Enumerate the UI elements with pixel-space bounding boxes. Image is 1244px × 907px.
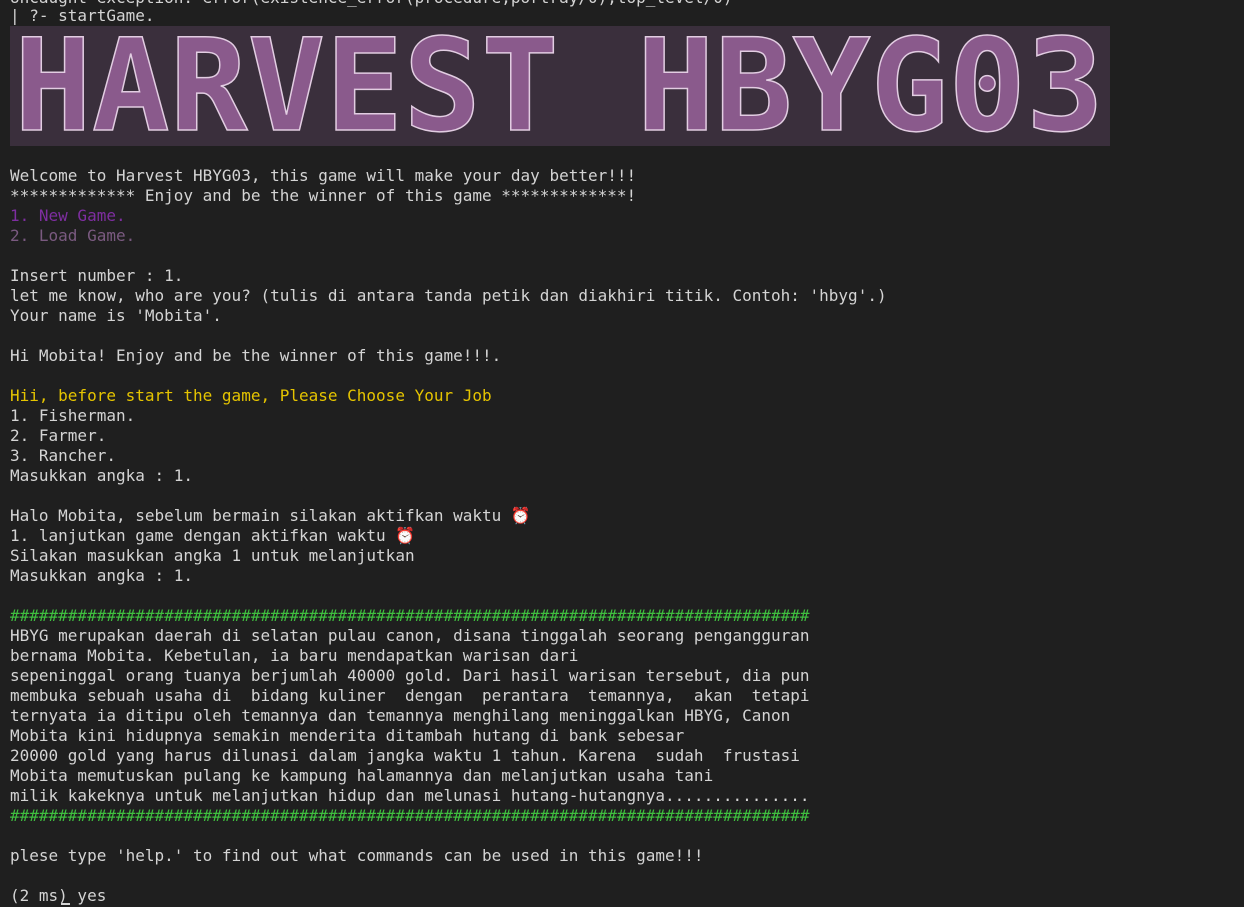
your-name-line: Your name is 'Mobita'. <box>10 306 222 325</box>
story-line: ternyata ia ditipu oleh temannya dan tem… <box>10 706 791 725</box>
story-line: milik kakeknya untuk melanjutkan hidup d… <box>10 786 810 805</box>
menu-new-game: 1. New Game. <box>10 206 126 225</box>
time-option-line: 1. lanjutkan game dengan aktifkan waktu … <box>10 526 416 545</box>
choose-job-header: Hii, before start the game, Please Choos… <box>10 386 492 405</box>
text-cursor <box>61 903 70 905</box>
job-option-farmer: 2. Farmer. <box>10 426 107 445</box>
story-line: Mobita memutuskan pulang ke kampung hala… <box>10 766 714 785</box>
greeting-line: Hi Mobita! Enjoy and be the winner of th… <box>10 346 502 365</box>
separator-bottom: ########################################… <box>10 806 810 825</box>
help-hint-line: plese type 'help.' to find out what comm… <box>10 846 704 865</box>
menu-load-game: 2. Load Game. <box>10 226 136 245</box>
welcome-message: Welcome to Harvest HBYG03, this game wil… <box>10 166 637 185</box>
story-line: bernama Mobita. Kebetulan, ia baru menda… <box>10 646 579 665</box>
terminal-window[interactable]: Uncaught exception: error(existence_erro… <box>0 0 1244 907</box>
story-line: HBYG merupakan daerah di selatan pulau c… <box>10 626 810 645</box>
result-line: (2 ms) yes <box>10 886 107 905</box>
enjoy-message: ************* Enjoy and be the winner of… <box>10 186 637 205</box>
ask-name-line: let me know, who are you? (tulis di anta… <box>10 286 887 305</box>
job-input-line: Masukkan angka : 1. <box>10 466 194 485</box>
story-line: sepeninggal orang tuanya berjumlah 40000… <box>10 666 810 685</box>
ascii-banner: HARVEST HBYG03 <box>10 26 1110 146</box>
banner-title: HARVEST HBYG03 <box>14 26 1104 146</box>
story-line: Mobita kini hidupnya semakin menderita d… <box>10 726 685 745</box>
insert-number-line: Insert number : 1. <box>10 266 184 285</box>
time-instruction-line: Silakan masukkan angka 1 untuk melanjutk… <box>10 546 415 565</box>
separator-top: ########################################… <box>10 606 810 625</box>
time-input-line: Masukkan angka : 1. <box>10 566 194 585</box>
story-line: 20000 gold yang harus dilunasi dalam jan… <box>10 746 800 765</box>
time-prompt-line: Halo Mobita, sebelum bermain silakan akt… <box>10 506 531 525</box>
job-option-rancher: 3. Rancher. <box>10 446 116 465</box>
prompt-line: | ?- startGame. <box>10 6 155 25</box>
job-option-fisherman: 1. Fisherman. <box>10 406 136 425</box>
story-line: membuka sebuah usaha di bidang kuliner d… <box>10 686 810 705</box>
